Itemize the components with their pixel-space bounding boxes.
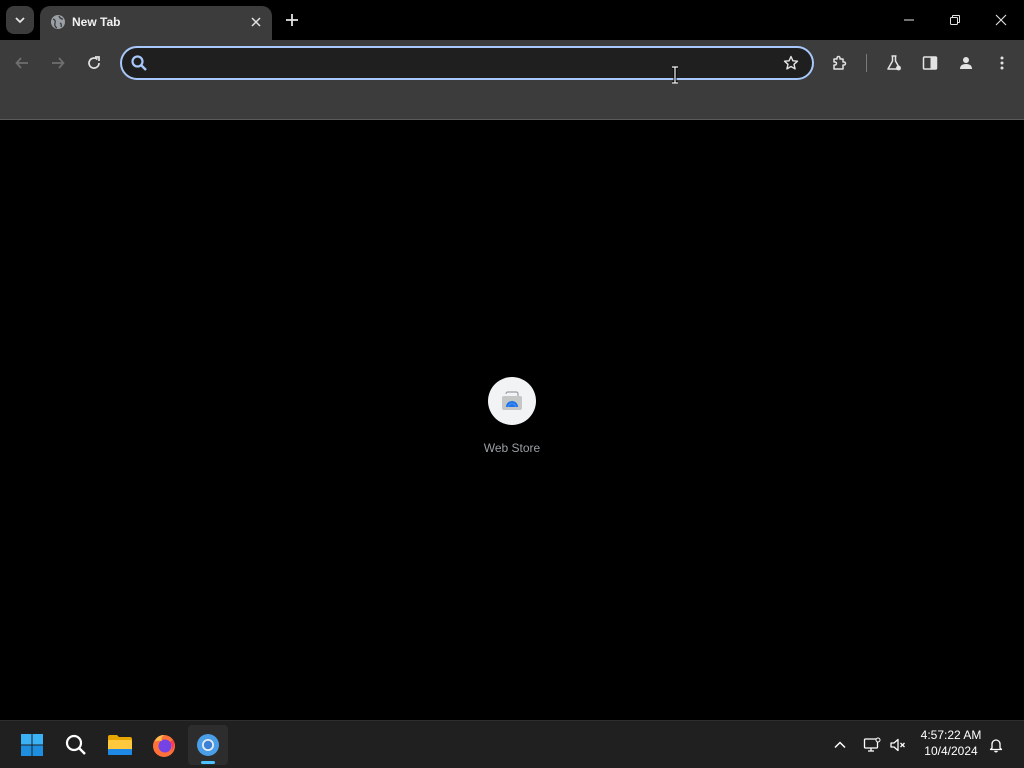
person-icon xyxy=(960,57,972,69)
back-button[interactable] xyxy=(8,49,36,77)
new-tab-page: Web Store xyxy=(0,121,1024,720)
reload-icon xyxy=(88,56,100,69)
chrome-button[interactable] xyxy=(188,725,228,765)
bell-icon xyxy=(989,739,1003,753)
search-icon xyxy=(65,734,86,755)
firefox-button[interactable] xyxy=(144,725,184,765)
back-arrow-icon xyxy=(15,57,28,69)
star-icon xyxy=(783,55,799,70)
plus-icon xyxy=(286,14,298,26)
chevron-up-icon xyxy=(834,741,846,749)
shortcut-label: Web Store xyxy=(483,441,541,455)
kebab-menu-icon xyxy=(1000,56,1004,70)
puzzle-icon xyxy=(833,55,847,70)
tab-new-tab[interactable]: New Tab xyxy=(40,6,272,40)
volume-muted-icon xyxy=(890,738,905,752)
chrome-icon xyxy=(197,734,219,756)
start-button[interactable] xyxy=(12,725,52,765)
clock[interactable]: 4:57:22 AM 10/4/2024 xyxy=(914,727,988,763)
volume-button[interactable] xyxy=(886,733,910,757)
taskbar-search-button[interactable] xyxy=(56,725,96,765)
shortcut-tile-web-store[interactable]: Web Store xyxy=(472,375,552,461)
new-tab-button[interactable] xyxy=(280,8,304,32)
close-tab-button[interactable] xyxy=(246,12,266,32)
webstore-icon xyxy=(488,377,536,425)
windows-taskbar: 4:57:22 AM 10/4/2024 xyxy=(0,720,1024,768)
search-icon xyxy=(128,52,150,74)
network-button[interactable] xyxy=(860,733,884,757)
show-hidden-icons-button[interactable] xyxy=(828,733,852,757)
chrome-labs-button[interactable] xyxy=(880,49,908,77)
tab-search-button[interactable] xyxy=(6,6,34,34)
profile-button[interactable] xyxy=(952,49,980,77)
clock-time: 4:57:22 AM xyxy=(920,728,982,742)
active-app-indicator xyxy=(201,761,215,764)
file-explorer-icon xyxy=(108,735,132,755)
file-explorer-button[interactable] xyxy=(100,725,140,765)
browser-toolbar xyxy=(0,40,1024,120)
tab-title: New Tab xyxy=(72,15,121,29)
globe-icon xyxy=(50,14,66,30)
tab-strip: New Tab xyxy=(0,0,1024,40)
close-icon xyxy=(995,14,1007,26)
extensions-button[interactable] xyxy=(826,49,854,77)
close-icon xyxy=(251,17,261,27)
minimize-button[interactable] xyxy=(886,0,932,40)
bookmark-star-button[interactable] xyxy=(778,50,804,76)
address-input[interactable] xyxy=(154,52,754,74)
forward-arrow-icon xyxy=(52,57,65,69)
firefox-icon xyxy=(153,735,175,757)
toolbar-divider xyxy=(866,54,867,72)
text-cursor-icon xyxy=(669,66,681,84)
clock-date: 10/4/2024 xyxy=(924,744,978,758)
windows-start-icon xyxy=(21,734,43,756)
restore-button[interactable] xyxy=(932,0,978,40)
side-panel-icon xyxy=(922,56,938,70)
forward-button[interactable] xyxy=(44,49,72,77)
network-icon xyxy=(863,737,881,752)
browser-menu-button[interactable] xyxy=(988,49,1016,77)
restore-icon xyxy=(950,15,960,25)
chevron-down-icon xyxy=(15,17,25,24)
address-bar[interactable] xyxy=(120,46,814,80)
side-panel-button[interactable] xyxy=(916,49,944,77)
reload-button[interactable] xyxy=(80,49,108,77)
notifications-button[interactable] xyxy=(984,733,1008,757)
minimize-icon xyxy=(904,19,914,21)
flask-icon xyxy=(887,55,901,71)
close-window-button[interactable] xyxy=(978,0,1024,40)
